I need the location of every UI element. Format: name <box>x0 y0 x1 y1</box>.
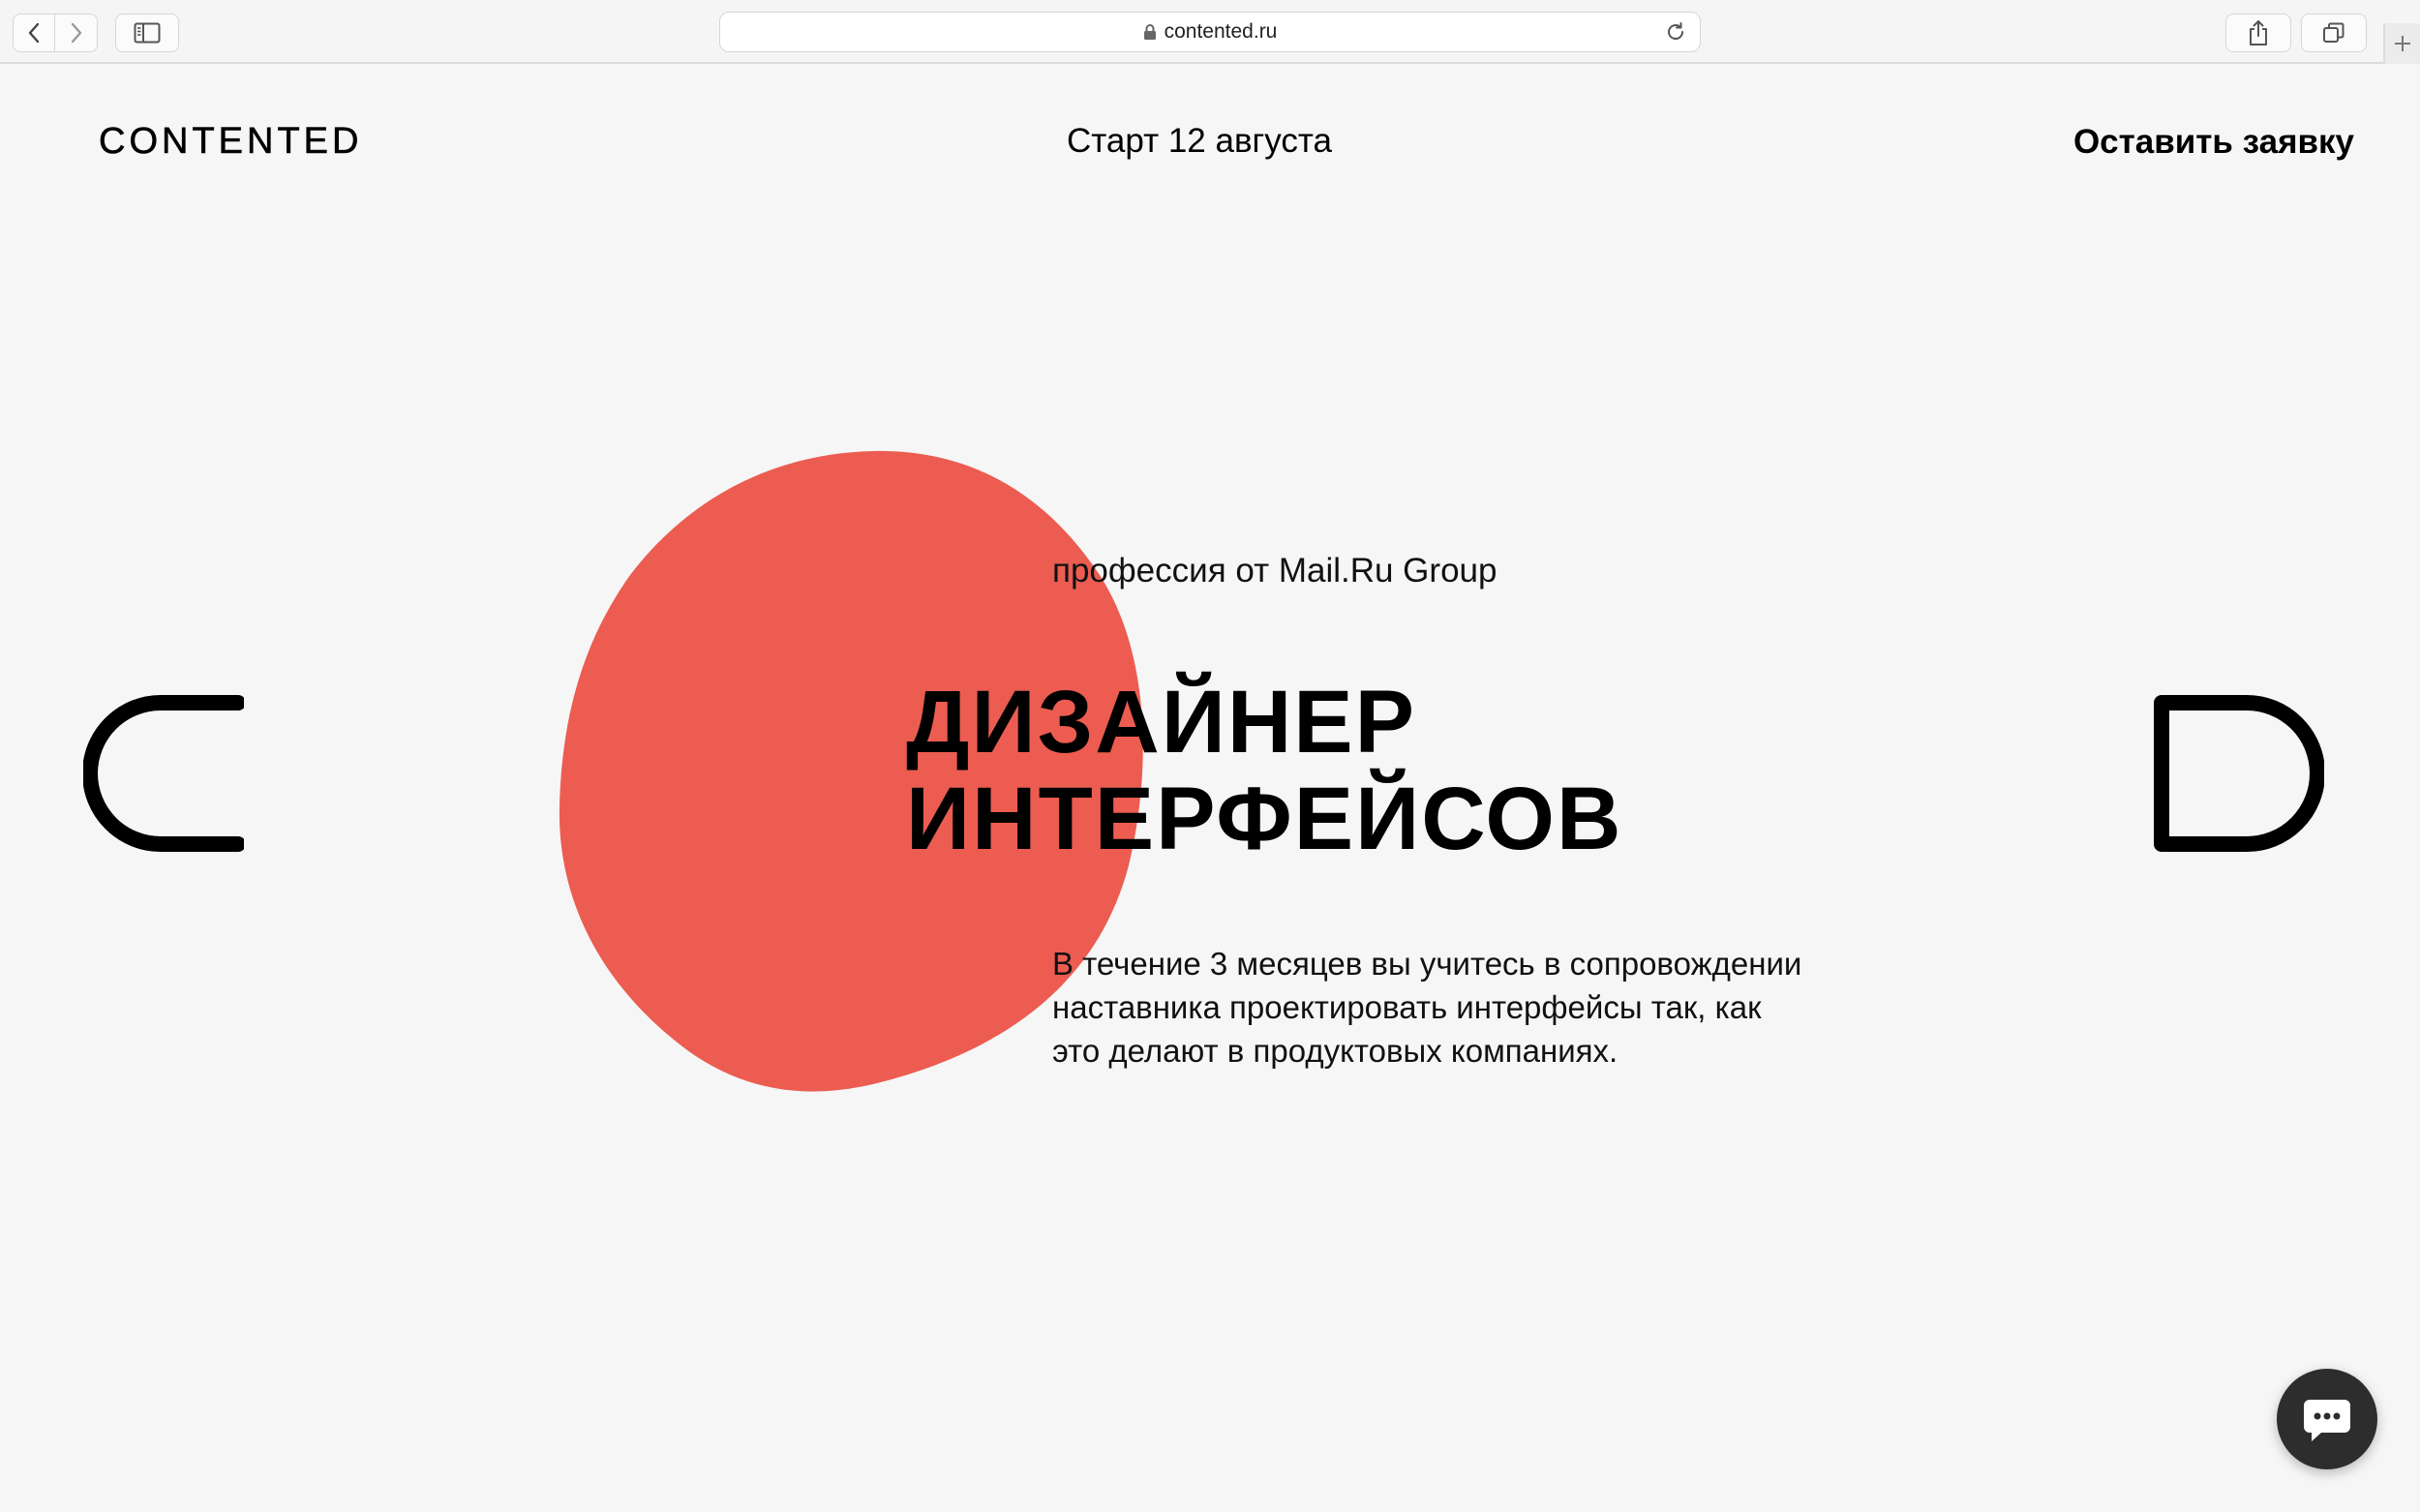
sidebar-toggle-button[interactable] <box>115 14 179 52</box>
chevron-right-icon <box>71 22 81 44</box>
hero-description-line-2: наставника проектировать интерфейсы так,… <box>1052 989 1762 1025</box>
lock-icon <box>1143 24 1156 40</box>
back-button[interactable] <box>13 14 55 52</box>
share-button[interactable] <box>2225 14 2291 52</box>
address-bar[interactable]: contented.ru <box>719 12 1701 52</box>
forward-button[interactable] <box>55 14 98 52</box>
chevron-left-icon <box>28 22 40 44</box>
show-tabs-button[interactable] <box>2301 14 2367 52</box>
share-icon <box>2250 20 2267 45</box>
hero-title-line-2: ИНТЕРФЕЙСОВ <box>906 770 1623 868</box>
tabs-icon <box>2323 22 2344 43</box>
site-logo[interactable]: CONTENTED <box>99 118 362 165</box>
hero-description-line-1: В течение 3 месяцев вы учитесь в сопрово… <box>1052 946 1802 982</box>
browser-toolbar: contented.ru <box>0 0 2420 64</box>
start-date: Старт 12 августа <box>1067 122 1333 160</box>
hero-subtitle: профессия от Mail.Ru Group <box>1052 552 1497 590</box>
plus-icon <box>2395 36 2410 51</box>
hero-title-line-1: ДИЗАЙНЕР <box>906 673 1417 771</box>
new-tab-button[interactable] <box>2383 23 2420 64</box>
url-text: contented.ru <box>1164 20 1278 43</box>
decor-letter-d <box>2154 695 2324 852</box>
chat-widget-button[interactable] <box>2277 1369 2377 1469</box>
chat-bubble-icon <box>2304 1400 2350 1441</box>
hero-description-line-3: это делают в продуктовых компаниях. <box>1052 1033 1618 1069</box>
reload-icon[interactable] <box>1665 21 1686 43</box>
apply-button[interactable]: Оставить заявку <box>2073 121 2354 164</box>
hero-description: В течение 3 месяцев вы учитесь в сопрово… <box>1052 942 1923 1073</box>
hero-title: ДИЗАЙНЕР ИНТЕРФЕЙСОВ <box>906 674 1622 867</box>
decor-letter-c <box>83 695 244 852</box>
sidebar-icon <box>134 22 161 44</box>
